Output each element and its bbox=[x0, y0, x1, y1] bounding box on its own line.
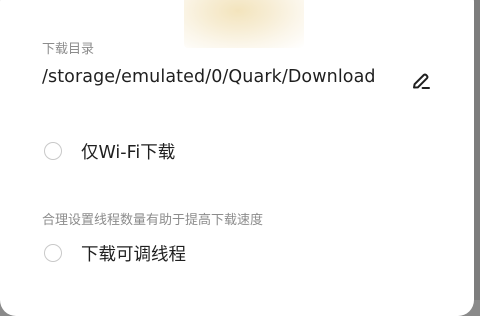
download-dir-label: 下载目录 bbox=[42, 42, 95, 57]
threads-option[interactable]: 下载可调线程 bbox=[44, 240, 186, 266]
wifi-only-option[interactable]: 仅Wi-Fi下载 bbox=[44, 138, 175, 164]
threads-hint: 合理设置线程数量有助于提高下载速度 bbox=[42, 213, 264, 228]
blurred-thumbnail bbox=[184, 0, 304, 48]
pencil-edit-icon bbox=[413, 73, 430, 89]
threads-radio[interactable] bbox=[44, 244, 62, 262]
download-dir-path: /storage/emulated/0/Quark/Download bbox=[42, 67, 376, 87]
wifi-only-label: 仅Wi-Fi下载 bbox=[81, 142, 176, 163]
wifi-only-radio[interactable] bbox=[44, 142, 62, 160]
edit-path-button[interactable] bbox=[408, 68, 434, 94]
threads-label: 下载可调线程 bbox=[81, 244, 186, 265]
